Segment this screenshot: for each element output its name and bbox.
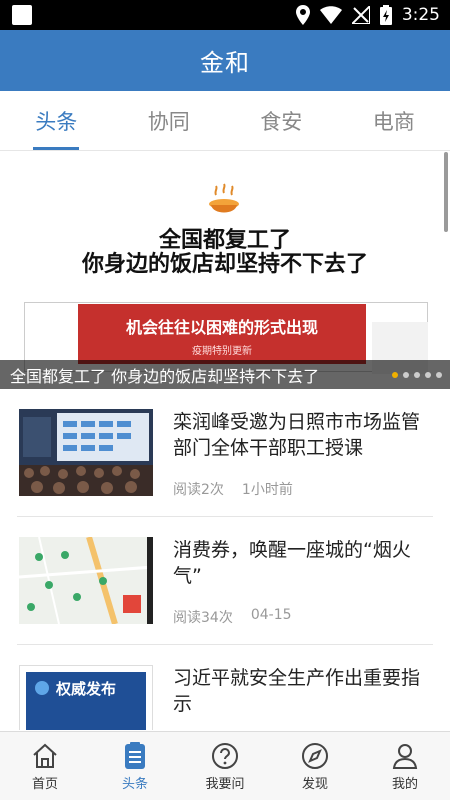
compass-icon bbox=[302, 742, 328, 769]
banner-caption-bar: 全国都复工了 你身边的饭店却坚持不下去了 bbox=[0, 360, 450, 389]
news-meta: 阅读2次 1小时前 bbox=[173, 479, 293, 499]
question-icon bbox=[212, 742, 238, 769]
news-time: 04-15 bbox=[250, 607, 292, 623]
news-thumbnail: 权威发布 bbox=[19, 665, 153, 730]
carousel-dot bbox=[425, 371, 431, 378]
banner-red-panel: 机会往往以困难的形式出现 疫期特别更新 bbox=[78, 304, 366, 364]
banner-caption: 全国都复工了 你身边的饭店却坚持不下去了 bbox=[10, 366, 320, 386]
nav-label: 首页 bbox=[31, 776, 58, 792]
news-time: 1小时前 bbox=[241, 482, 293, 498]
news-item[interactable]: 消费券，唤醒一座城的“烟火气” 阅读34次 04-15 bbox=[17, 517, 433, 645]
battery-icon bbox=[379, 5, 392, 25]
tab-headlines[interactable]: 头条 bbox=[0, 91, 113, 150]
carousel-dot bbox=[436, 371, 442, 378]
status-icons: 3:25 bbox=[295, 3, 440, 27]
carousel-dot bbox=[414, 371, 420, 378]
signal-icon bbox=[351, 6, 370, 24]
news-item[interactable]: 栾润峰受邀为日照市市场监管部门全体干部职工授课 阅读2次 1小时前 bbox=[17, 389, 433, 517]
bottom-navigation: 首页 头条 我要问 发现 我的 bbox=[0, 731, 450, 800]
nav-discover[interactable]: 发现 bbox=[270, 732, 360, 800]
news-title: 栾润峰受邀为日照市市场监管部门全体干部职工授课 bbox=[173, 411, 421, 459]
news-read-count: 阅读34次 bbox=[173, 610, 233, 626]
carousel-indicator bbox=[392, 371, 450, 378]
news-thumbnail bbox=[19, 409, 153, 496]
location-icon bbox=[295, 5, 310, 25]
news-list: 栾润峰受邀为日照市市场监管部门全体干部职工授课 阅读2次 1小时前 消费券，唤醒… bbox=[0, 389, 450, 730]
news-read-count: 阅读2次 bbox=[173, 482, 224, 498]
nav-mine[interactable]: 我的 bbox=[360, 732, 450, 800]
category-tabs: 头条 协同 食安 电商 bbox=[0, 91, 450, 151]
news-meta: 阅读34次 04-15 bbox=[173, 607, 292, 627]
document-icon bbox=[125, 741, 145, 769]
food-bowl-icon bbox=[209, 183, 239, 213]
banner-red-title: 机会往往以困难的形式出现 bbox=[125, 318, 318, 337]
carousel-dot bbox=[403, 371, 409, 378]
wifi-icon bbox=[319, 6, 342, 24]
thumbnail-label: 权威发布 bbox=[56, 680, 117, 698]
news-thumbnail bbox=[19, 537, 153, 624]
notification-icon bbox=[12, 5, 32, 25]
banner-carousel[interactable]: 全国都复工了 你身边的饭店却坚持不下去了 机会往往以困难的形式出现 疫期特别更新… bbox=[0, 152, 450, 389]
tab-collaboration[interactable]: 协同 bbox=[113, 91, 226, 150]
nav-ask[interactable]: 我要问 bbox=[180, 732, 270, 800]
banner-red-subtitle: 疫期特别更新 bbox=[192, 346, 252, 357]
nav-label: 我要问 bbox=[205, 776, 245, 792]
nav-label: 我的 bbox=[391, 776, 418, 792]
app-title: 金和 bbox=[200, 49, 250, 77]
home-icon bbox=[33, 743, 57, 768]
nav-home[interactable]: 首页 bbox=[0, 732, 90, 800]
globe-icon bbox=[35, 681, 49, 695]
app-bar: 金和 bbox=[0, 30, 450, 91]
nav-label: 头条 bbox=[121, 776, 148, 792]
status-time: 3:25 bbox=[401, 5, 440, 25]
news-title: 消费券，唤醒一座城的“烟火气” bbox=[173, 539, 411, 587]
scrollbar[interactable] bbox=[444, 152, 448, 232]
person-icon bbox=[392, 743, 418, 769]
nav-label: 发现 bbox=[301, 776, 328, 792]
news-item[interactable]: 权威发布 习近平就安全生产作出重要指示 bbox=[17, 645, 433, 730]
status-bar: 3:25 bbox=[0, 0, 450, 30]
banner-headline-line2: 你身边的饭店却坚持不下去了 bbox=[81, 251, 368, 277]
tab-ecommerce[interactable]: 电商 bbox=[338, 91, 450, 150]
news-title: 习近平就安全生产作出重要指示 bbox=[173, 667, 421, 715]
tab-food-safety[interactable]: 食安 bbox=[225, 91, 338, 150]
nav-headlines[interactable]: 头条 bbox=[90, 732, 180, 800]
carousel-dot-active bbox=[392, 371, 398, 378]
